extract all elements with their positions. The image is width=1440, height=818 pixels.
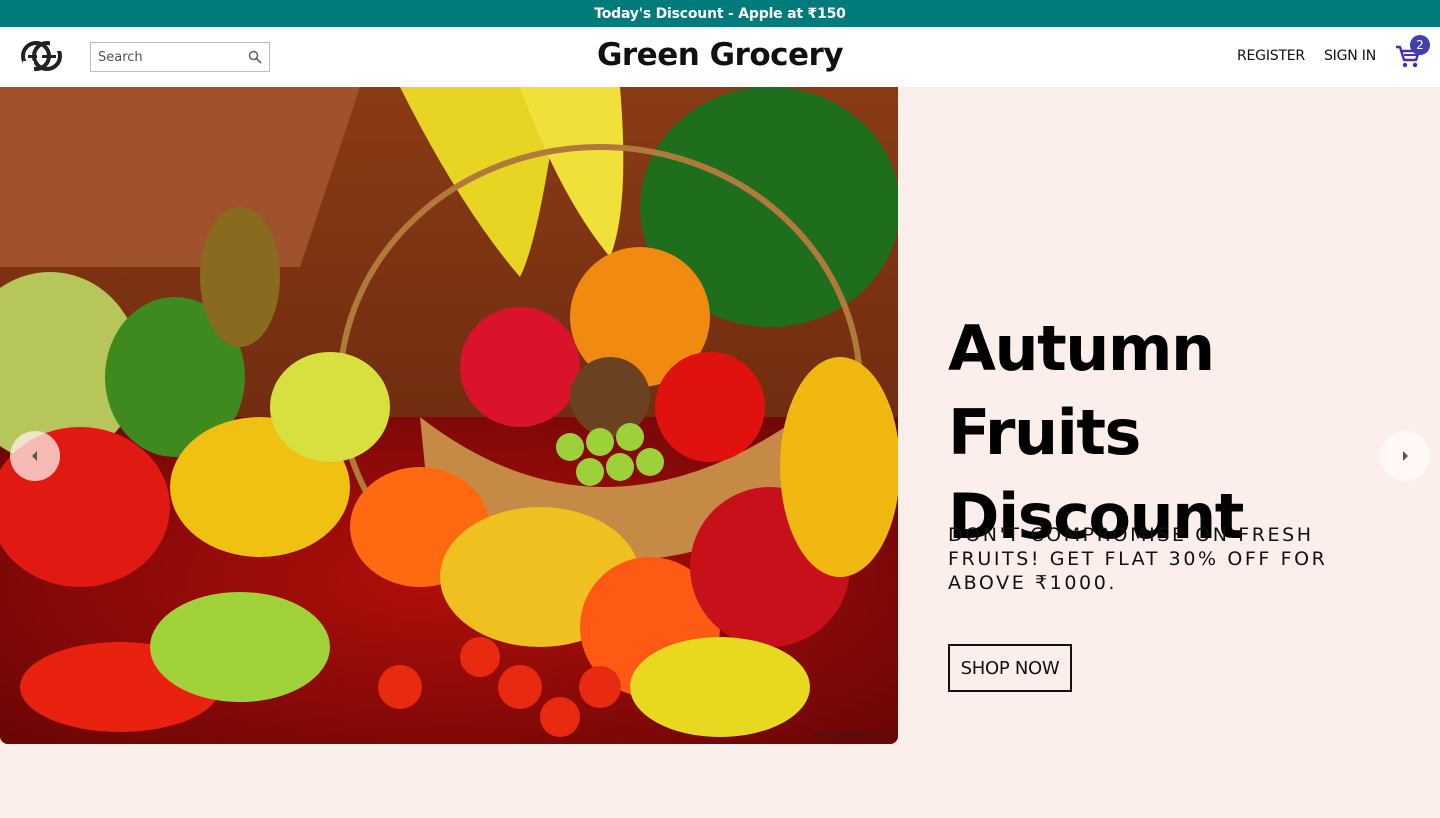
search-icon[interactable]	[248, 50, 262, 64]
arrow-right-icon	[1403, 451, 1408, 461]
announcement-text: Today's Discount - Apple at ₹150	[594, 5, 846, 22]
shop-now-button[interactable]: SHOP NOW	[948, 644, 1072, 692]
search-input[interactable]	[91, 44, 241, 70]
search-box[interactable]	[90, 42, 270, 72]
register-link[interactable]: REGISTER	[1237, 48, 1305, 64]
logo-icon[interactable]	[20, 37, 64, 75]
announcement-bar: Today's Discount - Apple at ₹150	[0, 0, 1440, 27]
fruit-basket-illustration	[0, 87, 898, 744]
slide-title: Autumn Fruits Discount	[948, 312, 1244, 553]
image-watermark: s.blogspot.com	[811, 729, 888, 740]
cart-count-badge: 2	[1410, 35, 1430, 55]
signin-link[interactable]: SIGN IN	[1324, 48, 1376, 64]
carousel-prev-button[interactable]	[10, 431, 60, 481]
navbar: Green Grocery REGISTER SIGN IN 2	[0, 27, 1440, 87]
carousel-next-button[interactable]	[1380, 431, 1430, 481]
slide-subtitle: DON'T COMPROMISE ON FRESH FRUITS! GET FL…	[948, 524, 1328, 594]
hero-image: s.blogspot.com	[0, 87, 898, 744]
arrow-left-icon	[32, 451, 37, 461]
hero-carousel: s.blogspot.com Autumn Fruits Discount DO…	[0, 87, 1440, 818]
